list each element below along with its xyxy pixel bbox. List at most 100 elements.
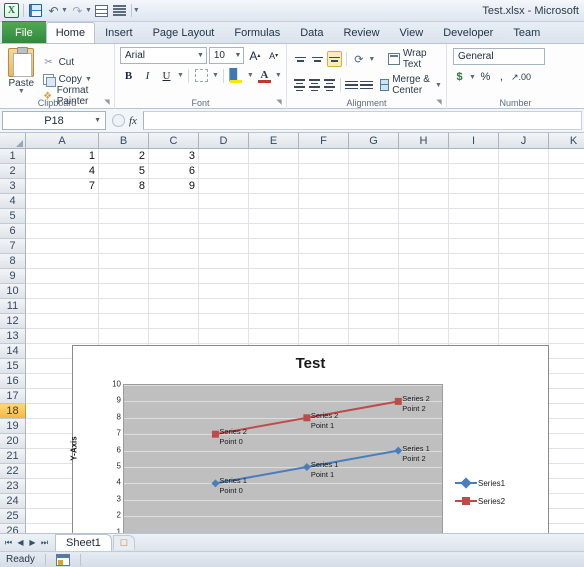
- cell-A13[interactable]: [26, 329, 99, 344]
- cell-C8[interactable]: [149, 254, 199, 269]
- column-header-F[interactable]: F: [299, 133, 349, 149]
- cell-A10[interactable]: [26, 284, 99, 299]
- cell-C4[interactable]: [149, 194, 199, 209]
- font-dialog-launcher-icon[interactable]: ◥: [275, 99, 283, 107]
- data-point-marker[interactable]: [394, 397, 402, 405]
- cell-B7[interactable]: [99, 239, 149, 254]
- cell-C7[interactable]: [149, 239, 199, 254]
- percent-button[interactable]: %: [479, 69, 492, 85]
- comma-style-button[interactable]: ,: [495, 69, 508, 85]
- cell-I7[interactable]: [449, 239, 499, 254]
- cell-A12[interactable]: [26, 314, 99, 329]
- borders-dropdown-icon[interactable]: ▼: [212, 72, 219, 79]
- cell-E11[interactable]: [249, 299, 299, 314]
- merge-center-button[interactable]: Merge & Center ▼: [380, 74, 442, 96]
- workbook-view-icon[interactable]: [55, 553, 70, 566]
- row-header-1[interactable]: 1: [0, 149, 26, 164]
- cell-H9[interactable]: [399, 269, 449, 284]
- cell-G3[interactable]: [349, 179, 399, 194]
- row-header-2[interactable]: 2: [0, 164, 26, 179]
- align-center-button[interactable]: [308, 77, 321, 93]
- cell-I8[interactable]: [449, 254, 499, 269]
- select-all-corner[interactable]: [0, 133, 26, 149]
- font-name-input[interactable]: Arial ▼: [120, 47, 207, 64]
- cell-J11[interactable]: [499, 299, 549, 314]
- font-size-dropdown-icon[interactable]: ▼: [232, 52, 242, 59]
- cell-C5[interactable]: [149, 209, 199, 224]
- cell-J9[interactable]: [499, 269, 549, 284]
- cell-E12[interactable]: [249, 314, 299, 329]
- cell-F13[interactable]: [299, 329, 349, 344]
- cell-J8[interactable]: [499, 254, 549, 269]
- cell-J7[interactable]: [499, 239, 549, 254]
- prev-sheet-icon[interactable]: ◀: [15, 538, 26, 548]
- cell-F5[interactable]: [299, 209, 349, 224]
- paste-dropdown-icon[interactable]: ▼: [18, 88, 25, 95]
- cell-K21[interactable]: [549, 449, 584, 464]
- tab-data[interactable]: Data: [290, 22, 333, 43]
- sheet-tab-sheet1[interactable]: Sheet1: [55, 534, 112, 551]
- increase-indent-button[interactable]: [359, 77, 373, 93]
- cell-E2[interactable]: [249, 164, 299, 179]
- cell-I13[interactable]: [449, 329, 499, 344]
- row-header-10[interactable]: 10: [0, 284, 26, 299]
- cell-K10[interactable]: [549, 284, 584, 299]
- row-header-5[interactable]: 5: [0, 209, 26, 224]
- cut-button[interactable]: ✂ Cut: [42, 55, 114, 70]
- row-header-20[interactable]: 20: [0, 434, 26, 449]
- cancel-enter-icon[interactable]: [112, 114, 125, 127]
- number-format-select[interactable]: General: [453, 48, 545, 65]
- cell-K20[interactable]: [549, 434, 584, 449]
- cell-H10[interactable]: [399, 284, 449, 299]
- data-label[interactable]: Series 1 Point 0: [219, 476, 247, 496]
- decrease-indent-button[interactable]: [344, 77, 358, 93]
- cell-F6[interactable]: [299, 224, 349, 239]
- row-header-11[interactable]: 11: [0, 299, 26, 314]
- row-header-19[interactable]: 19: [0, 419, 26, 434]
- sheet-nav-buttons[interactable]: ⏮ ◀ ▶ ⏭: [3, 538, 55, 548]
- cell-E8[interactable]: [249, 254, 299, 269]
- cell-K9[interactable]: [549, 269, 584, 284]
- cell-I6[interactable]: [449, 224, 499, 239]
- cell-I5[interactable]: [449, 209, 499, 224]
- cell-I12[interactable]: [449, 314, 499, 329]
- save-icon[interactable]: [27, 2, 44, 19]
- row-header-8[interactable]: 8: [0, 254, 26, 269]
- cell-F10[interactable]: [299, 284, 349, 299]
- data-label[interactable]: Series 1 Point 2: [402, 444, 430, 464]
- cell-F9[interactable]: [299, 269, 349, 284]
- cell-G13[interactable]: [349, 329, 399, 344]
- column-header-J[interactable]: J: [499, 133, 549, 149]
- undo-dropdown-icon[interactable]: ▼: [61, 7, 68, 14]
- cell-D9[interactable]: [199, 269, 249, 284]
- row-header-4[interactable]: 4: [0, 194, 26, 209]
- cell-A3[interactable]: 7: [26, 179, 99, 194]
- cell-K15[interactable]: [549, 359, 584, 374]
- cell-H3[interactable]: [399, 179, 449, 194]
- column-header-E[interactable]: E: [249, 133, 299, 149]
- legend-item-Series1[interactable]: Series1: [455, 474, 505, 492]
- cell-K7[interactable]: [549, 239, 584, 254]
- cell-B4[interactable]: [99, 194, 149, 209]
- column-header-C[interactable]: C: [149, 133, 199, 149]
- worksheet-grid[interactable]: ABCDEFGHIJK 1 2 3 4 5 6 7 8 9 10 11 12 13 14 15 16 17 18 1…: [0, 133, 584, 533]
- cell-D10[interactable]: [199, 284, 249, 299]
- align-left-button[interactable]: [293, 77, 306, 93]
- tab-team[interactable]: Team: [503, 22, 550, 43]
- align-right-button[interactable]: [323, 77, 336, 93]
- underline-dropdown-icon[interactable]: ▼: [177, 72, 184, 79]
- cell-H6[interactable]: [399, 224, 449, 239]
- cell-B10[interactable]: [99, 284, 149, 299]
- insert-worksheet-icon[interactable]: ☐: [112, 535, 135, 550]
- tab-view[interactable]: View: [390, 22, 434, 43]
- cell-K6[interactable]: [549, 224, 584, 239]
- cell-J3[interactable]: [499, 179, 549, 194]
- underline-button[interactable]: U: [158, 67, 175, 84]
- data-point-marker[interactable]: [302, 463, 311, 471]
- cell-C12[interactable]: [149, 314, 199, 329]
- cell-D5[interactable]: [199, 209, 249, 224]
- name-box-dropdown-icon[interactable]: ▼: [94, 117, 101, 124]
- cell-F7[interactable]: [299, 239, 349, 254]
- cell-K22[interactable]: [549, 464, 584, 479]
- cell-J5[interactable]: [499, 209, 549, 224]
